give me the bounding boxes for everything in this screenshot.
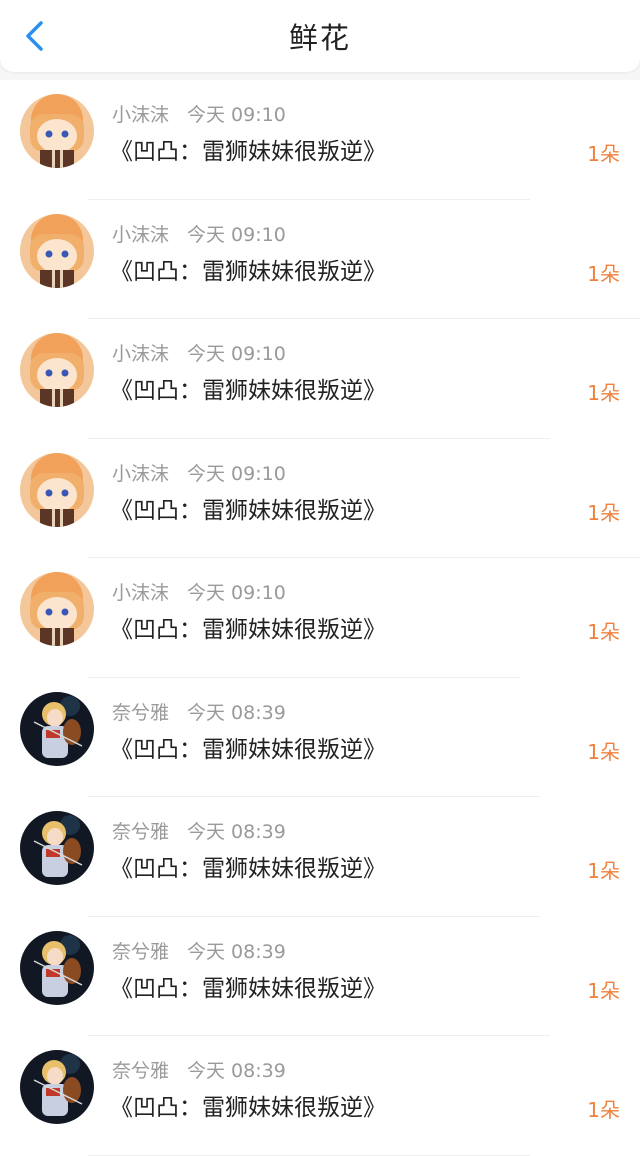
timestamp: 今天 09:10	[187, 104, 286, 126]
list-item[interactable]: 小沫沫 今天 09:10 《凹凸：雷狮妹妹很叛逆》 1朵	[0, 438, 640, 558]
timestamp: 今天 09:10	[187, 223, 286, 246]
work-title[interactable]: 《凹凸：雷狮妹妹很叛逆》	[110, 1088, 386, 1122]
list-item[interactable]: 小沫沫 今天 09:10 《凹凸：雷狮妹妹很叛逆》 1朵	[0, 319, 640, 439]
flower-list: 小沫沫 今天 09:10 《凹凸：雷狮妹妹很叛逆》 1朵 小沫沫 今天 09:10 …	[0, 80, 640, 1156]
timestamp: 今天 08:39	[187, 940, 286, 963]
avatar-orange-icon	[20, 452, 94, 527]
avatar[interactable]	[20, 572, 94, 646]
item-meta: 奈兮雅 今天 08:39	[112, 1056, 286, 1083]
item-meta: 奈兮雅 今天 08:39	[112, 937, 286, 964]
list-item[interactable]: 小沫沫 今天 09:10 《凹凸：雷狮妹妹很叛逆》 1朵	[0, 558, 640, 678]
avatar[interactable]	[20, 930, 94, 1005]
flower-count: 1朵	[587, 261, 620, 286]
avatar-orange-icon	[20, 572, 94, 646]
avatar-violin-icon	[20, 811, 94, 885]
avatar[interactable]	[20, 811, 94, 885]
user-name[interactable]: 奈兮雅	[112, 1060, 169, 1082]
flower-count: 1朵	[587, 500, 620, 525]
item-meta: 小沫沫 今天 09:10	[112, 220, 286, 247]
avatar[interactable]	[20, 452, 94, 527]
user-name[interactable]: 小沫沫	[112, 104, 169, 126]
user-name[interactable]: 小沫沫	[112, 463, 169, 485]
list-item[interactable]: 奈兮雅 今天 08:39 《凹凸：雷狮妹妹很叛逆》 1朵	[0, 797, 640, 917]
avatar[interactable]	[20, 1050, 94, 1124]
work-title[interactable]: 《凹凸：雷狮妹妹很叛逆》	[110, 252, 386, 286]
work-title[interactable]: 《凹凸：雷狮妹妹很叛逆》	[110, 371, 386, 405]
list-item[interactable]: 奈兮雅 今天 08:39 《凹凸：雷狮妹妹很叛逆》 1朵	[0, 916, 640, 1036]
work-title[interactable]: 《凹凸：雷狮妹妹很叛逆》	[110, 849, 386, 883]
avatar-orange-icon	[20, 94, 94, 168]
avatar[interactable]	[20, 94, 94, 168]
user-name[interactable]: 奈兮雅	[112, 941, 169, 963]
work-title[interactable]: 《凹凸：雷狮妹妹很叛逆》	[110, 969, 386, 1003]
avatar-orange-icon	[20, 213, 94, 288]
item-meta: 小沫沫 今天 09:10	[112, 459, 286, 486]
nav-bar: 鲜花	[0, 0, 640, 72]
list-item[interactable]: 奈兮雅 今天 08:39 《凹凸：雷狮妹妹很叛逆》 1朵	[0, 1036, 640, 1156]
work-title[interactable]: 《凹凸：雷狮妹妹很叛逆》	[110, 132, 386, 166]
flower-count: 1朵	[587, 859, 620, 883]
list-item[interactable]: 小沫沫 今天 09:10 《凹凸：雷狮妹妹很叛逆》 1朵	[0, 80, 640, 200]
avatar-violin-icon	[20, 930, 94, 1005]
user-name[interactable]: 小沫沫	[112, 582, 169, 604]
flower-count: 1朵	[587, 620, 620, 644]
avatar[interactable]	[20, 691, 94, 766]
timestamp: 今天 09:10	[187, 343, 286, 365]
flower-count: 1朵	[587, 1098, 620, 1122]
timestamp: 今天 08:39	[187, 821, 286, 843]
timestamp: 今天 09:10	[187, 582, 286, 604]
flower-count: 1朵	[587, 739, 620, 764]
list-item[interactable]: 小沫沫 今天 09:10 《凹凸：雷狮妹妹很叛逆》 1朵	[0, 199, 640, 319]
work-title[interactable]: 《凹凸：雷狮妹妹很叛逆》	[110, 730, 386, 764]
avatar-orange-icon	[20, 333, 94, 407]
work-title[interactable]: 《凹凸：雷狮妹妹很叛逆》	[110, 610, 386, 644]
avatar-violin-icon	[20, 1050, 94, 1124]
item-meta: 奈兮雅 今天 08:39	[112, 698, 286, 725]
item-meta: 小沫沫 今天 09:10	[112, 339, 286, 366]
timestamp: 今天 09:10	[187, 462, 286, 485]
avatar-violin-icon	[20, 691, 94, 766]
user-name[interactable]: 奈兮雅	[112, 821, 169, 843]
flower-count: 1朵	[587, 381, 620, 405]
item-meta: 奈兮雅 今天 08:39	[112, 817, 286, 844]
item-meta: 小沫沫 今天 09:10	[112, 100, 286, 127]
page-title: 鲜花	[288, 21, 351, 55]
user-name[interactable]: 小沫沫	[112, 343, 169, 365]
list-item[interactable]: 奈兮雅 今天 08:39 《凹凸：雷狮妹妹很叛逆》 1朵	[0, 677, 640, 797]
avatar[interactable]	[20, 333, 94, 407]
work-title[interactable]: 《凹凸：雷狮妹妹很叛逆》	[110, 491, 386, 525]
user-name[interactable]: 奈兮雅	[112, 702, 169, 724]
divider	[88, 1154, 530, 1156]
flower-count: 1朵	[587, 978, 620, 1003]
timestamp: 今天 08:39	[187, 701, 286, 724]
item-meta: 小沫沫 今天 09:10	[112, 578, 286, 605]
timestamp: 今天 08:39	[187, 1060, 286, 1082]
user-name[interactable]: 小沫沫	[112, 224, 169, 246]
flower-count: 1朵	[587, 142, 620, 166]
avatar[interactable]	[20, 213, 94, 288]
